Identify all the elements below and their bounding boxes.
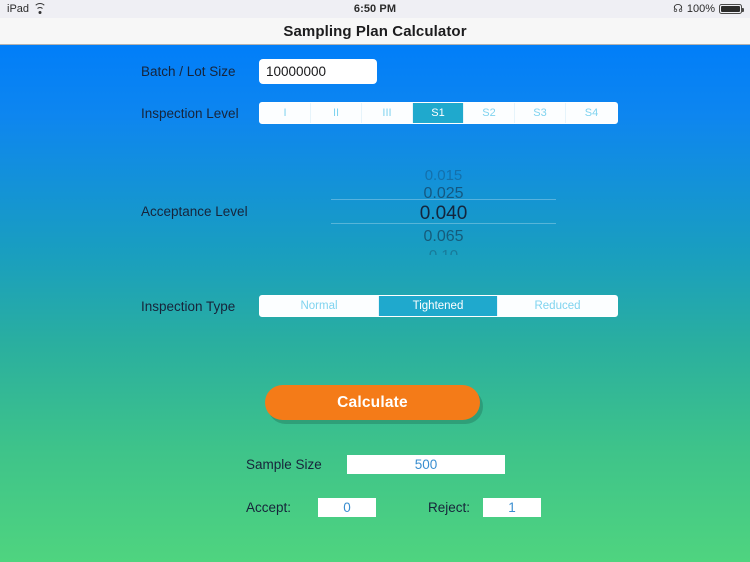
- accept-reject-row: Accept: 0 Reject: 1: [246, 498, 542, 517]
- inspection-type-option-reduced[interactable]: Reduced: [498, 296, 617, 316]
- inspection-type-option-tightened[interactable]: Tightened: [379, 296, 498, 316]
- inspection-level-row: Inspection Level I II III S1 S2 S3 S4: [141, 102, 618, 124]
- inspection-type-option-normal[interactable]: Normal: [260, 296, 379, 316]
- picker-option-above-2[interactable]: 0.015: [331, 167, 556, 184]
- sample-size-value: 500: [347, 455, 505, 474]
- inspection-level-option-s4[interactable]: S4: [566, 103, 617, 123]
- batch-size-label: Batch / Lot Size: [141, 64, 236, 79]
- bluetooth-icon: ☊: [673, 2, 683, 15]
- inspection-type-row: Inspection Type Normal Tightened Reduced: [141, 295, 618, 317]
- inspection-level-option-i[interactable]: I: [260, 103, 311, 123]
- batch-size-input[interactable]: [259, 59, 377, 84]
- ipad-screen: iPad 6:50 PM ☊ 100% Sampling Plan Calcul…: [0, 0, 750, 562]
- picker-option-above-1[interactable]: 0.025: [331, 185, 556, 203]
- inspection-level-option-s3[interactable]: S3: [515, 103, 566, 123]
- inspection-level-label: Inspection Level: [141, 105, 239, 121]
- picker-option-below-1[interactable]: 0.065: [331, 228, 556, 246]
- page-title: Sampling Plan Calculator: [283, 22, 467, 40]
- battery-icon: [719, 4, 744, 14]
- navigation-bar: Sampling Plan Calculator: [0, 18, 750, 45]
- inspection-level-segmented-control[interactable]: I II III S1 S2 S3 S4: [259, 102, 618, 124]
- acceptance-level-label: Acceptance Level: [141, 204, 248, 219]
- inspection-level-option-iii[interactable]: III: [362, 103, 413, 123]
- status-bar-clock: 6:50 PM: [353, 3, 397, 15]
- inspection-level-option-s1[interactable]: S1: [413, 103, 464, 123]
- status-bar-right: ☊ 100%: [673, 2, 744, 15]
- calculate-button[interactable]: Calculate: [265, 385, 480, 420]
- inspection-type-segmented-control[interactable]: Normal Tightened Reduced: [259, 295, 618, 317]
- inspection-level-option-s2[interactable]: S2: [464, 103, 515, 123]
- battery-percent-label: 100%: [686, 3, 715, 15]
- accept-value: 0: [318, 498, 376, 517]
- accept-label: Accept:: [246, 500, 292, 515]
- inspection-type-label: Inspection Type: [141, 298, 236, 314]
- inspection-level-option-ii[interactable]: II: [311, 103, 362, 123]
- picker-option-selected[interactable]: 0.040: [331, 203, 556, 225]
- reject-value: 1: [483, 498, 542, 517]
- reject-label: Reject:: [428, 500, 471, 515]
- batch-size-row: Batch / Lot Size: [141, 59, 377, 84]
- status-bar: iPad 6:50 PM ☊ 100%: [0, 0, 750, 18]
- sample-size-label: Sample Size: [246, 457, 322, 472]
- main-content: Batch / Lot Size Inspection Level I II I…: [0, 45, 750, 562]
- sample-size-row: Sample Size 500: [246, 455, 505, 474]
- picker-option-below-2[interactable]: 0.10: [331, 247, 556, 255]
- acceptance-level-picker[interactable]: 0.015 0.025 0.040 0.065 0.10: [331, 160, 556, 255]
